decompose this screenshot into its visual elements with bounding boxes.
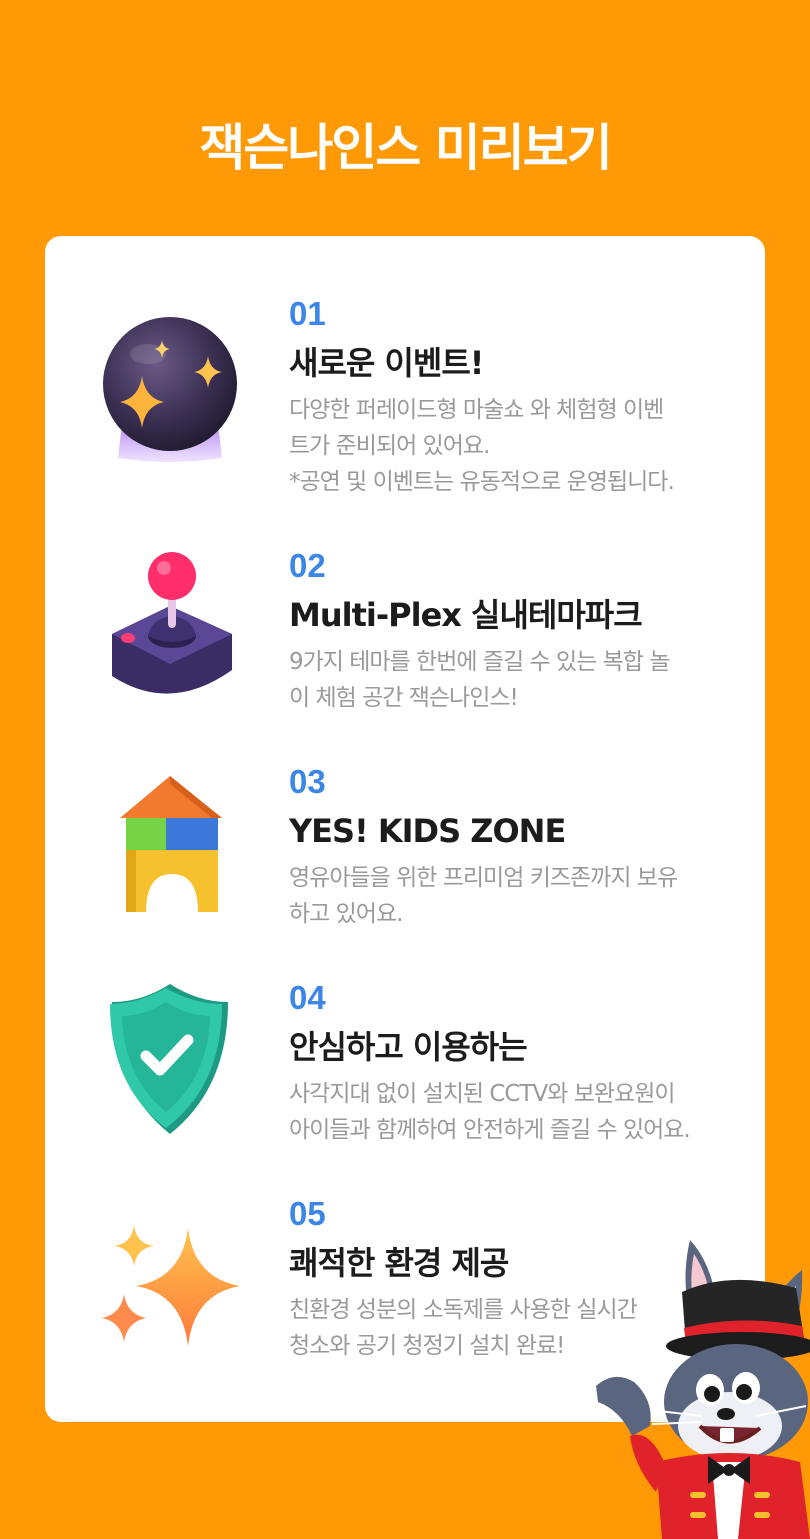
feature-number: 05 — [289, 1195, 326, 1232]
rabbit-magician-mascot — [590, 1230, 810, 1539]
feature-number: 04 — [289, 979, 326, 1016]
description-line: 영유아들을 위한 프리미엄 키즈존까지 보유 — [289, 865, 678, 891]
feature-description: 9가지 테마를 한번에 즐길 수 있는 복합 놀 이 체험 공간 잭슨나인스! — [289, 644, 749, 716]
shield-check-icon — [100, 978, 240, 1138]
page-title: 잭슨나인스 미리보기 — [199, 119, 612, 177]
description-line: *공연 및 이벤트는 유동적으로 운영됩니다. — [289, 469, 675, 495]
description-line: 아이들과 함께하여 안전하게 즐길 수 있어요. — [289, 1117, 691, 1143]
feature-text: 04 안심하고 이용하는 사각지대 없이 설치된 CCTV와 보완요원이 아이들… — [289, 978, 749, 1148]
feature-text: 02 Multi-Plex 실내테마파크 9가지 테마를 한번에 즐길 수 있는… — [289, 546, 749, 716]
feature-number: 02 — [289, 547, 326, 584]
feature-text: 03 YES! KIDS ZONE 영유아들을 위한 프리미엄 키즈존까지 보유… — [289, 762, 749, 932]
feature-description: 다양한 퍼레이드형 마술쇼 와 체험형 이벤 트가 준비되어 있어요. *공연 … — [289, 392, 749, 500]
joystick-icon — [100, 546, 240, 706]
description-line: 9가지 테마를 한번에 즐길 수 있는 복합 놀 — [289, 649, 670, 675]
sparkles-icon — [100, 1214, 240, 1374]
description-line: 다양한 퍼레이드형 마술쇼 와 체험형 이벤 — [289, 397, 664, 423]
feature-number: 03 — [289, 763, 326, 800]
toy-blocks-icon — [100, 762, 240, 922]
description-line: 트가 준비되어 있어요. — [289, 433, 490, 459]
feature-title: 안심하고 이용하는 — [289, 1028, 528, 1066]
feature-title: Multi-Plex 실내테마파크 — [289, 596, 643, 634]
feature-title: YES! KIDS ZONE — [289, 812, 566, 850]
feature-title: 새로운 이벤트! — [289, 344, 484, 382]
feature-description: 영유아들을 위한 프리미엄 키즈존까지 보유 하고 있어요. — [289, 860, 749, 932]
feature-description: 사각지대 없이 설치된 CCTV와 보완요원이 아이들과 함께하여 안전하게 즐… — [289, 1076, 749, 1148]
feature-text: 01 새로운 이벤트! 다양한 퍼레이드형 마술쇼 와 체험형 이벤 트가 준비… — [289, 294, 749, 500]
feature-number: 01 — [289, 295, 326, 332]
description-line: 사각지대 없이 설치된 CCTV와 보완요원이 — [289, 1081, 676, 1107]
description-line: 이 체험 공간 잭슨나인스! — [289, 685, 519, 711]
crystal-ball-icon — [100, 306, 240, 466]
description-line: 하고 있어요. — [289, 901, 403, 927]
